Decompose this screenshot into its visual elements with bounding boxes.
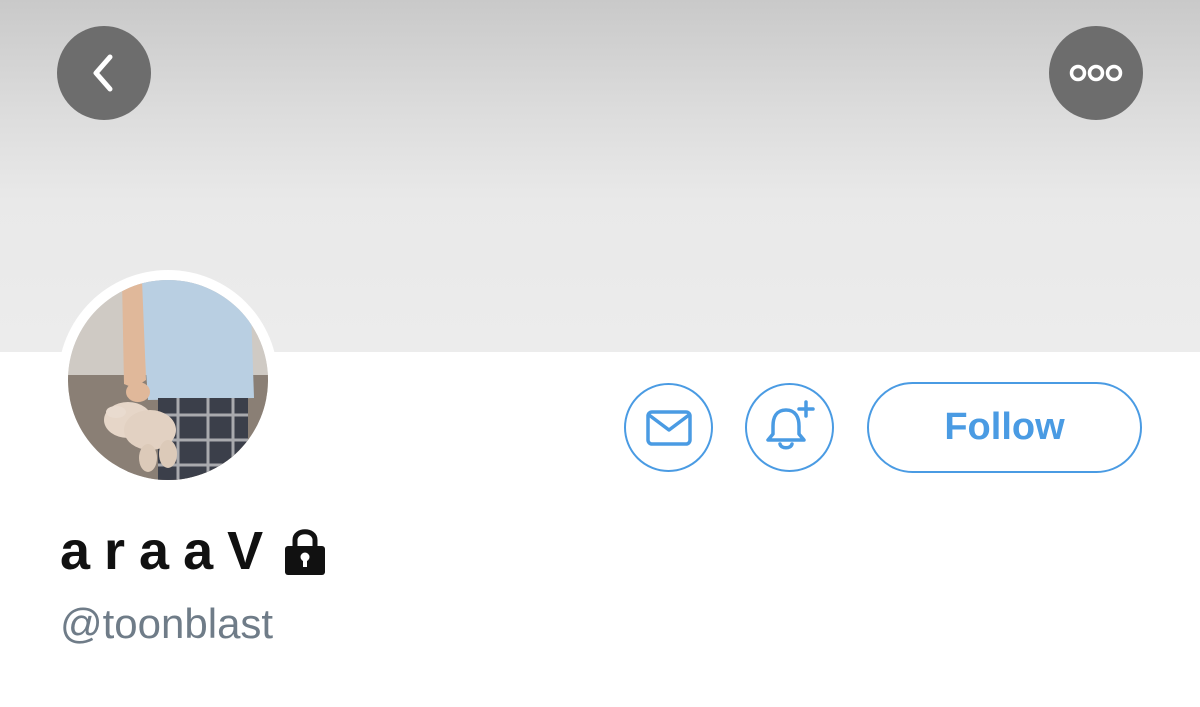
message-button[interactable] bbox=[624, 383, 713, 472]
more-horizontal-icon bbox=[1069, 64, 1123, 82]
follow-button[interactable]: Follow bbox=[867, 382, 1142, 473]
chevron-left-icon bbox=[93, 54, 113, 92]
back-button[interactable] bbox=[57, 26, 151, 120]
more-options-button[interactable] bbox=[1049, 26, 1143, 120]
lock-icon bbox=[285, 529, 326, 575]
bell-plus-icon bbox=[765, 399, 815, 449]
display-name-row: araaV bbox=[60, 516, 329, 586]
follow-button-label: Follow bbox=[944, 406, 1065, 448]
username-handle: @toonblast bbox=[60, 600, 274, 647]
mail-icon bbox=[645, 409, 692, 446]
avatar-photo bbox=[68, 280, 268, 480]
notifications-button[interactable] bbox=[745, 383, 834, 472]
profile-page: Follow araaV @toonblast bbox=[0, 0, 1200, 707]
display-name: araaV bbox=[60, 521, 278, 581]
avatar[interactable] bbox=[68, 280, 268, 480]
